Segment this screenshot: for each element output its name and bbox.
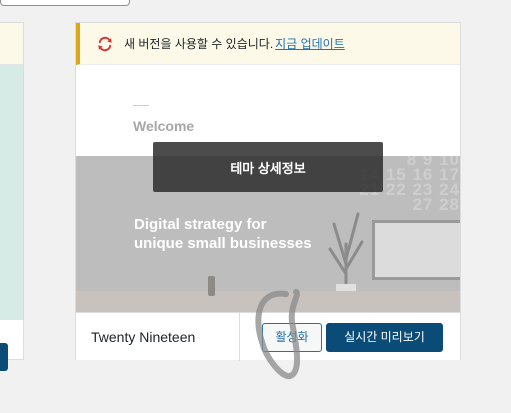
screenshot-welcome-text: Welcome — [133, 118, 195, 134]
desk-illustration — [76, 291, 460, 312]
bottle-illustration — [208, 276, 215, 296]
theme-button-partial[interactable] — [0, 343, 8, 371]
theme-details-overlay[interactable]: 테마 상세정보 — [153, 142, 383, 192]
live-preview-button[interactable]: 실시간 미리보기 — [326, 323, 443, 352]
screenshot-rule — [133, 105, 149, 106]
update-now-link[interactable]: 지금 업데이트 — [275, 35, 345, 52]
search-input[interactable] — [0, 0, 130, 6]
theme-card-partial[interactable] — [0, 22, 24, 371]
footer-divider — [239, 313, 240, 361]
screenshot-hero-heading: Digital strategy for unique small busine… — [134, 216, 312, 252]
theme-name: Twenty Nineteen — [91, 329, 196, 345]
theme-screenshot-partial[interactable] — [0, 65, 23, 320]
activate-button[interactable]: 활성화 — [262, 323, 322, 352]
update-icon — [96, 35, 114, 53]
plant-illustration — [328, 212, 364, 304]
monitor-illustration — [372, 220, 460, 280]
update-notice: 새 버전을 사용할 수 있습니다. 지금 업데이트 — [76, 23, 460, 65]
theme-card-footer: Twenty Nineteen 활성화 실시간 미리보기 — [76, 312, 460, 361]
update-notice-text: 새 버전을 사용할 수 있습니다. — [124, 37, 274, 51]
update-notice-partial — [0, 23, 23, 65]
theme-card[interactable]: 새 버전을 사용할 수 있습니다. 지금 업데이트 Welcome 8 9 10… — [75, 22, 461, 361]
